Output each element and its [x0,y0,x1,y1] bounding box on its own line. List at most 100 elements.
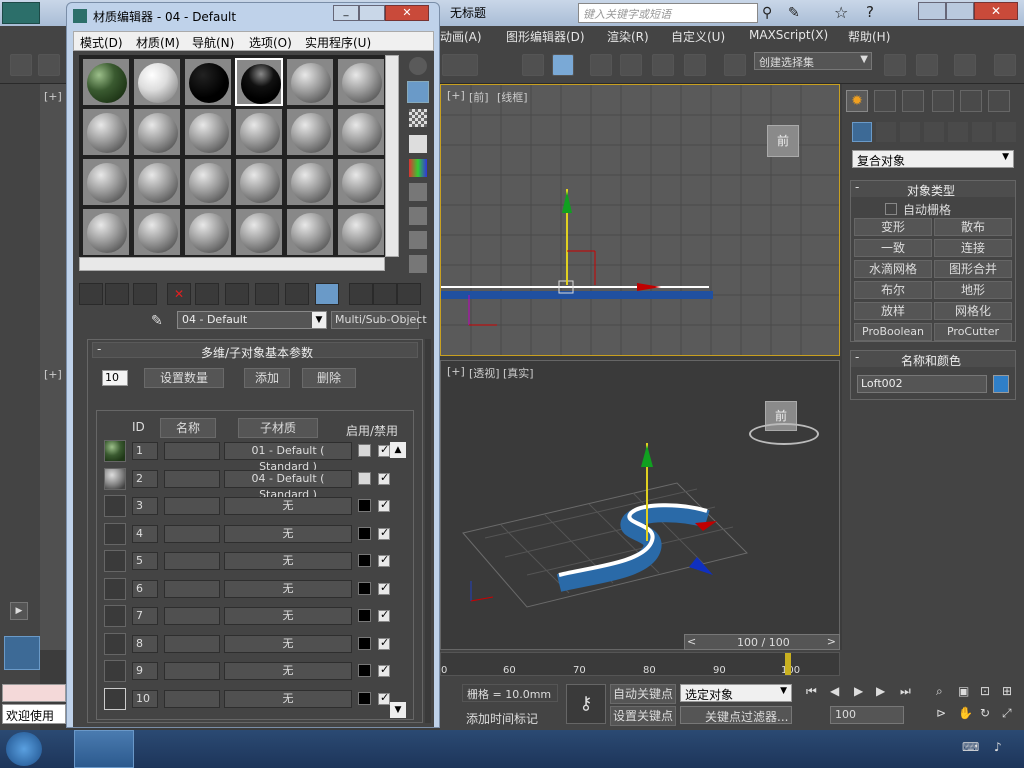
hierarchy-tab-icon[interactable] [902,90,924,112]
me-menu-options[interactable]: 选项(O) [249,34,292,51]
menu-customize[interactable]: 自定义(U) [671,28,725,45]
graphite-icon[interactable] [994,54,1016,76]
geometry-icon[interactable] [852,122,872,142]
submat-thumbnail[interactable] [104,550,126,572]
sample-slot[interactable] [337,158,385,206]
create-tab-icon[interactable]: ✹ [846,90,868,112]
me-menu-mode[interactable]: 模式(D) [80,34,123,51]
row-submat-button[interactable]: 无 [224,524,352,543]
key-filters-button[interactable]: 关键点过滤器... [680,706,792,724]
sample-slot[interactable] [337,58,385,106]
row-name-field[interactable] [164,634,220,653]
loft-button[interactable]: 放样 [854,302,932,320]
zoom-extents-icon[interactable]: ⊡ [980,684,990,698]
name-color-rollout-header[interactable]: - 名称和颜色 [851,350,1015,368]
display-tab-icon[interactable] [960,90,982,112]
sample-slot[interactable] [286,108,334,156]
background-icon[interactable] [409,109,427,127]
menu-maxscript[interactable]: MAXScript(X) [749,28,828,42]
conform-button[interactable]: 一致 [854,239,932,257]
slot-scrollbar-h[interactable] [79,257,385,271]
sample-slot[interactable] [82,158,130,206]
sample-slot[interactable] [286,208,334,256]
modify-tab-icon[interactable] [874,90,896,112]
select-by-material-icon[interactable] [409,231,427,249]
sample-slot[interactable] [184,58,232,106]
systems-icon[interactable] [996,122,1016,142]
unlink-icon[interactable] [38,54,60,76]
put-to-scene-icon[interactable] [105,283,129,305]
row-submat-button[interactable]: 无 [224,552,352,570]
show-end-result-icon[interactable] [315,283,339,305]
sample-slot[interactable] [337,208,385,256]
volume-icon[interactable]: ♪ [994,740,1002,754]
select-move-icon[interactable] [522,54,544,76]
row-submat-button[interactable]: 无 [224,497,352,515]
row-color-swatch[interactable] [358,636,371,650]
fov-icon[interactable]: ⊳ [936,706,946,720]
submat-thumbnail[interactable] [104,467,126,490]
zoom-all-icon[interactable]: ▣ [958,684,969,698]
submat-thumbnail[interactable] [104,440,126,462]
me-maximize-button[interactable] [359,5,385,21]
submat-thumbnail[interactable] [104,605,126,627]
row-enable-checkbox[interactable] [378,636,390,650]
procutter-button[interactable]: ProCutter [934,323,1012,341]
pick-material-icon[interactable]: ✎ [151,313,169,331]
close-button[interactable]: ✕ [974,2,1018,20]
backlight-icon[interactable] [407,81,429,103]
selected-object-dropdown[interactable]: 选定对象 ▼ [680,684,792,702]
row-submat-button[interactable]: 04 - Default ( Standard ) [224,469,352,501]
row-enable-checkbox[interactable] [378,526,390,540]
row-enable-checkbox[interactable] [378,608,390,622]
persp-viewport-view-label[interactable]: [透视] [469,365,500,381]
viewport-layout-icon[interactable] [4,636,40,670]
snap-3-icon[interactable] [590,54,612,76]
row-enable-checkbox[interactable] [378,663,390,677]
object-name-field[interactable]: Loft002 [857,375,987,393]
start-button[interactable] [6,732,42,766]
row-color-swatch[interactable] [358,471,371,485]
binoculars-icon[interactable]: ⚲ [762,5,772,21]
view-cube[interactable]: 前 [767,125,799,157]
proboolean-button[interactable]: ProBoolean [854,323,932,341]
maximize-viewport-icon[interactable]: ⤢ [1002,706,1012,721]
reference-coord-icon[interactable] [552,54,574,76]
row-submat-button[interactable]: 无 [224,607,352,625]
row-name-field[interactable] [164,469,220,488]
minimize-button[interactable] [918,2,946,20]
sample-slot[interactable] [286,58,334,106]
auto-key-button[interactable]: 自动关键点 [610,684,676,704]
material-id-icon[interactable] [255,283,279,305]
sample-slot[interactable] [133,108,181,156]
row-name-field[interactable] [164,552,220,570]
sample-slot[interactable] [133,158,181,206]
get-material-icon[interactable] [79,283,103,305]
morph-button[interactable]: 变形 [854,218,932,236]
left-bottom-viewport-label[interactable]: [+] [44,368,62,381]
row-enable-checkbox[interactable] [378,553,390,567]
submat-thumbnail[interactable] [104,495,126,517]
key-icon[interactable]: ✎ [788,5,800,21]
align-icon[interactable] [916,54,938,76]
zoom-extents-all-icon[interactable]: ⊞ [1002,684,1012,698]
motion-tab-icon[interactable] [932,90,954,112]
front-viewport-shade-label[interactable]: [线框] [497,89,528,105]
row-color-swatch[interactable] [358,526,371,540]
sample-slot[interactable] [133,58,181,106]
submat-thumbnail[interactable] [104,577,126,600]
object-color-swatch[interactable] [993,375,1009,393]
keyboard-icon[interactable]: ⌨ [962,740,979,754]
me-menu-material[interactable]: 材质(M) [136,34,180,51]
me-menu-utilities[interactable]: 实用程序(U) [305,34,371,51]
sample-slot[interactable] [184,108,232,156]
sample-slot[interactable] [82,108,130,156]
layer-icon[interactable] [954,54,976,76]
sample-slot[interactable] [235,108,283,156]
search-box[interactable]: 键入关键字或短语 [578,3,758,23]
me-close-button[interactable]: ✕ [385,5,429,21]
row-submat-button[interactable]: 无 [224,634,352,653]
menu-animation[interactable]: 动画(A) [440,28,482,45]
make-preview-icon[interactable] [409,183,427,201]
auto-grid-checkbox[interactable] [885,203,897,215]
